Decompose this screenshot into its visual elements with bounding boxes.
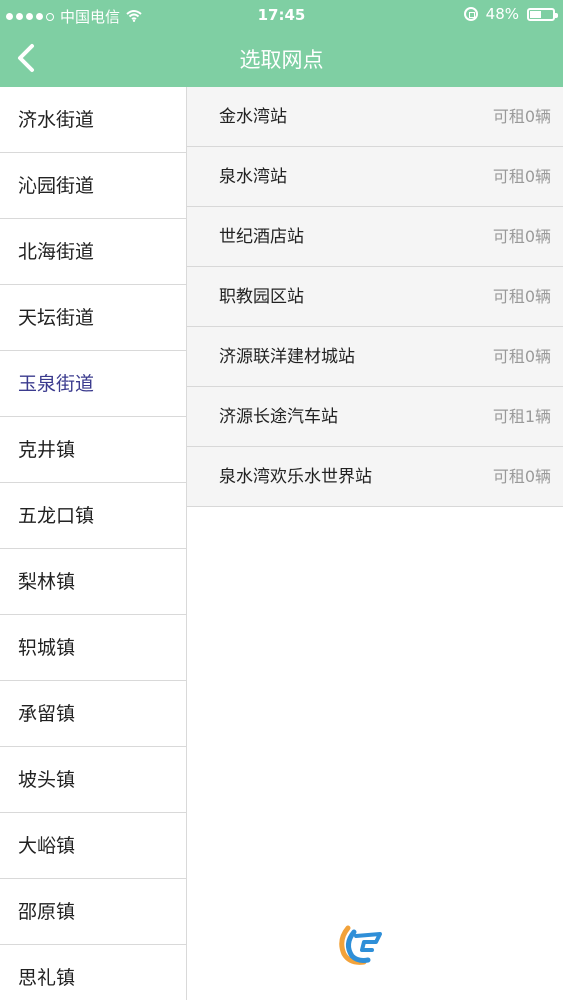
station-available: 可租0辆 <box>492 227 551 246</box>
station-name: 职教园区站 <box>219 287 304 307</box>
station-name: 济源长途汽车站 <box>219 407 338 427</box>
status-bar: 中国电信 17:45 48% <box>0 0 563 30</box>
station-available: 可租0辆 <box>492 287 551 306</box>
sidebar-item[interactable]: 天坛街道 <box>0 285 186 351</box>
station-row[interactable]: 金水湾站 可租0辆 <box>187 87 563 147</box>
station-available: 可租0辆 <box>492 107 551 126</box>
station-available: 可租0辆 <box>492 467 551 486</box>
station-row[interactable]: 职教园区站 可租0辆 <box>187 267 563 327</box>
battery-icon <box>527 7 558 21</box>
app-logo-icon <box>334 922 386 966</box>
station-name: 世纪酒店站 <box>219 227 304 247</box>
sidebar-item[interactable]: 承留镇 <box>0 681 186 747</box>
sidebar-item[interactable]: 济水街道 <box>0 87 186 153</box>
nav-bar: 选取网点 <box>0 30 563 87</box>
sidebar-item[interactable]: 邵原镇 <box>0 879 186 945</box>
station-available: 可租0辆 <box>492 347 551 366</box>
station-name: 济源联洋建材城站 <box>219 347 355 367</box>
page-title: 选取网点 <box>239 48 324 72</box>
station-list: 金水湾站 可租0辆 泉水湾站 可租0辆 世纪酒店站 可租0辆 职教园区站 可租0… <box>187 87 563 1000</box>
rotation-lock-icon <box>463 7 478 21</box>
sidebar-item[interactable]: 梨林镇 <box>0 549 186 615</box>
sidebar-item[interactable]: 轵城镇 <box>0 615 186 681</box>
sidebar-item[interactable]: 坡头镇 <box>0 747 186 813</box>
station-name: 金水湾站 <box>219 107 287 127</box>
district-sidebar: 济水街道 沁园街道 北海街道 天坛街道 玉泉街道 克井镇 五龙口镇 梨林镇 轵城… <box>0 87 187 1000</box>
station-name: 泉水湾站 <box>219 167 287 187</box>
status-right: 48% <box>463 5 558 23</box>
sidebar-item[interactable]: 思礼镇 <box>0 945 186 1000</box>
sidebar-item-selected[interactable]: 玉泉街道 <box>0 351 186 417</box>
sidebar-item[interactable]: 五龙口镇 <box>0 483 186 549</box>
sidebar-item[interactable]: 克井镇 <box>0 417 186 483</box>
station-name: 泉水湾欢乐水世界站 <box>219 467 372 487</box>
station-row[interactable]: 泉水湾站 可租0辆 <box>187 147 563 207</box>
station-available: 可租1辆 <box>492 407 551 426</box>
sidebar-item[interactable]: 北海街道 <box>0 219 186 285</box>
station-row[interactable]: 济源长途汽车站 可租1辆 <box>187 387 563 447</box>
battery-percent: 48% <box>485 5 519 23</box>
sidebar-item[interactable]: 沁园街道 <box>0 153 186 219</box>
sidebar-item[interactable]: 大峪镇 <box>0 813 186 879</box>
station-row[interactable]: 世纪酒店站 可租0辆 <box>187 207 563 267</box>
station-row[interactable]: 济源联洋建材城站 可租0辆 <box>187 327 563 387</box>
station-row[interactable]: 泉水湾欢乐水世界站 可租0辆 <box>187 447 563 507</box>
station-available: 可租0辆 <box>492 167 551 186</box>
